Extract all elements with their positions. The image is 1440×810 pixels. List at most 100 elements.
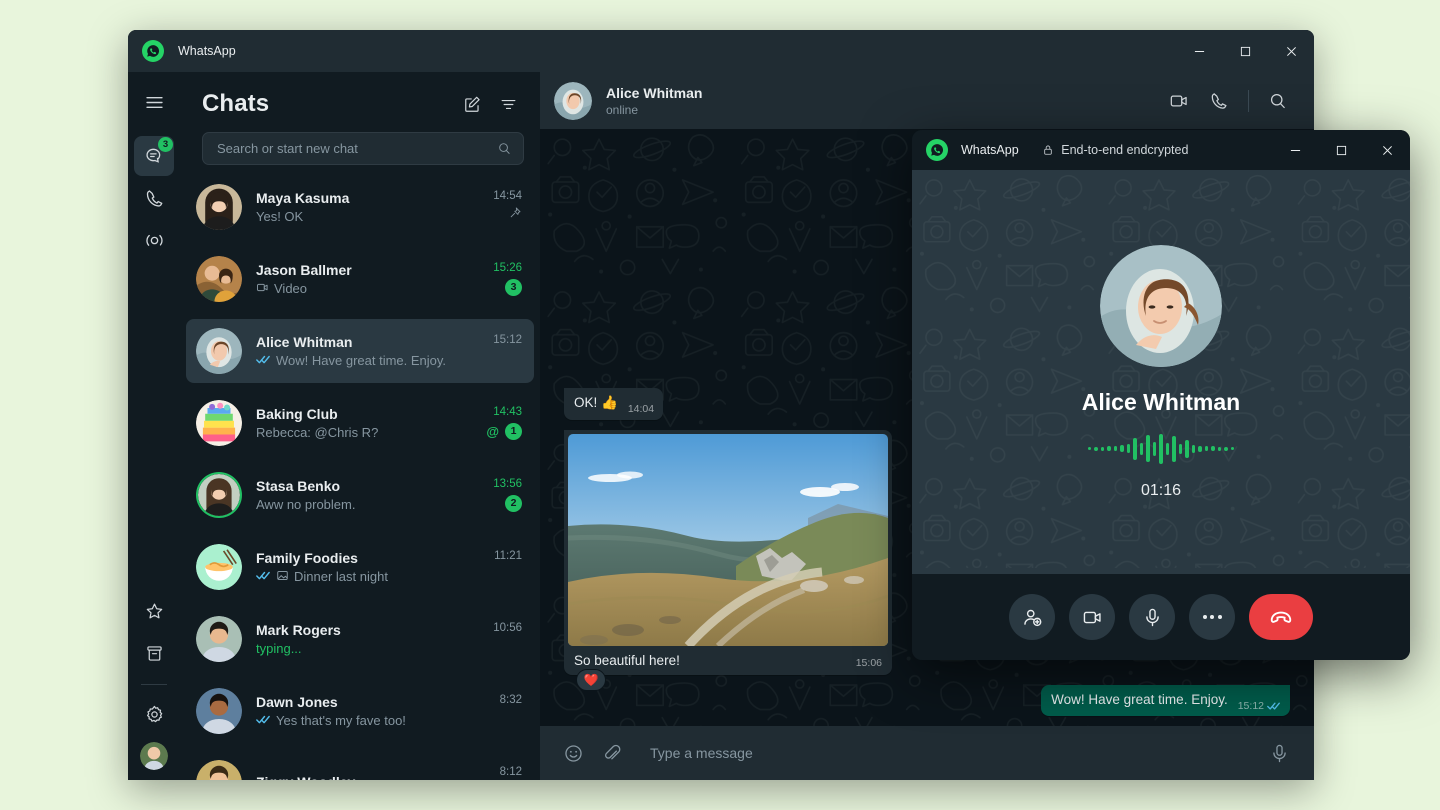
rail-item-starred[interactable] [134, 591, 174, 631]
chat-item-snippet: Yes that's my fave too! [256, 713, 476, 728]
waveform-bar [1185, 440, 1189, 458]
call-close-button[interactable] [1364, 130, 1410, 170]
voice-call-button[interactable] [1201, 83, 1237, 119]
action-separator [1248, 90, 1249, 112]
smiley-icon [563, 743, 584, 764]
chat-item-time: 11:21 [494, 550, 522, 562]
snippet-text: Yes that's my fave too! [276, 713, 406, 728]
maximize-button[interactable] [1222, 30, 1268, 72]
image-message-bubble[interactable]: So beautiful here! 15:06 ❤️ [564, 430, 892, 675]
avatar-image [196, 544, 242, 590]
phone-icon [1209, 91, 1229, 111]
search-in-chat-button[interactable] [1260, 83, 1296, 119]
landscape-photo [568, 434, 888, 646]
chat-list-item-jason-ballmer[interactable]: Jason BallmerVideo15:263 [186, 247, 534, 311]
call-controls [912, 574, 1410, 660]
call-maximize-button[interactable] [1318, 130, 1364, 170]
microphone-icon [1269, 743, 1290, 764]
chat-list-item-stasa-benko[interactable]: Stasa BenkoAww no problem.13:562 [186, 463, 534, 527]
chat-avatar [196, 400, 242, 446]
chat-item-meta: 13:562 [484, 478, 522, 512]
snippet-text: Wow! Have great time. Enjoy. [276, 353, 446, 368]
chat-list-item-dawn-jones[interactable]: Dawn JonesYes that's my fave too!8:32 [186, 679, 534, 743]
chat-list-scroll[interactable]: Maya KasumaYes! OK14:54 Jason BallmerVid… [180, 175, 540, 780]
waveform-bar [1211, 446, 1215, 451]
chat-list-item-alice-whitman[interactable]: Alice Whitman Wow! Have great time. Enjoy… [186, 319, 534, 383]
search-input[interactable] [217, 141, 497, 156]
filter-chats-button[interactable] [492, 88, 524, 120]
switch-to-video-button[interactable] [1069, 594, 1115, 640]
avatar-image [1100, 245, 1222, 367]
rail-item-status[interactable] [134, 220, 174, 260]
text-message-bubble[interactable]: Wow! Have great time. Enjoy.15:12 [1041, 685, 1290, 716]
waveform-bar [1101, 447, 1105, 451]
chat-avatar [196, 184, 242, 230]
message-photo[interactable] [568, 434, 888, 646]
chat-avatar [196, 328, 242, 374]
conversation-actions [1161, 83, 1296, 119]
chat-item-name: Alice Whitman [256, 334, 476, 350]
snippet-text: Dinner last night [294, 569, 388, 584]
call-contact-avatar [1100, 245, 1222, 367]
attach-button[interactable] [594, 736, 628, 770]
star-icon [144, 601, 165, 622]
chat-item-name: Mark Rogers [256, 622, 476, 638]
window-controls [1176, 30, 1314, 72]
snippet-text: Video [274, 281, 307, 296]
chat-item-meta: 10:56 [484, 622, 522, 656]
image-caption-row: So beautiful here! 15:06 [568, 646, 888, 670]
read-receipt-icon [256, 713, 271, 728]
call-minimize-button[interactable] [1272, 130, 1318, 170]
chat-item-time: 8:12 [500, 766, 522, 778]
chat-item-time: 10:56 [493, 622, 522, 634]
end-call-button[interactable] [1249, 594, 1313, 640]
chat-list-item-ziggy-woodley[interactable]: Ziggy Woodley8:12 [186, 751, 534, 780]
navigation-rail: 3 [128, 72, 180, 780]
chat-item-indicators [508, 207, 522, 224]
voice-message-button[interactable] [1262, 736, 1296, 770]
read-receipt-icon [1267, 701, 1281, 711]
unread-count-badge: 1 [505, 423, 522, 440]
search-box[interactable] [202, 132, 524, 165]
mute-button[interactable] [1129, 594, 1175, 640]
add-participant-button[interactable] [1009, 594, 1055, 640]
chat-item-content: Alice Whitman Wow! Have great time. Enjoy… [256, 334, 476, 368]
chat-item-snippet: Dinner last night [256, 569, 476, 585]
video-call-button[interactable] [1161, 83, 1197, 119]
waveform-bar [1166, 443, 1170, 455]
message-timestamp: 15:06 [856, 656, 882, 670]
new-chat-button[interactable] [456, 88, 488, 120]
chat-list-item-family-foodies[interactable]: Family FoodiesDinner last night11:21 [186, 535, 534, 599]
text-message-bubble[interactable]: OK! 👍14:04 [564, 388, 663, 419]
chat-item-meta: 8:12 [484, 766, 522, 780]
waveform-bar [1127, 444, 1131, 453]
chat-list-item-maya-kasuma[interactable]: Maya KasumaYes! OK14:54 [186, 175, 534, 239]
hamburger-menu-button[interactable] [134, 82, 174, 122]
rail-item-settings[interactable] [134, 694, 174, 734]
close-button[interactable] [1268, 30, 1314, 72]
contact-avatar[interactable] [554, 82, 592, 120]
rail-item-calls[interactable] [134, 178, 174, 218]
chat-item-snippet: Yes! OK [256, 209, 476, 224]
more-options-button[interactable] [1189, 594, 1235, 640]
chat-item-content: Baking ClubRebecca: @Chris R? [256, 406, 476, 440]
chat-list-item-baking-club[interactable]: Baking ClubRebecca: @Chris R?14:43@1 [186, 391, 534, 455]
emoji-button[interactable] [556, 736, 590, 770]
chat-item-content: Mark Rogerstyping... [256, 622, 476, 656]
chat-list-item-mark-rogers[interactable]: Mark Rogerstyping... 10:56 [186, 607, 534, 671]
minimize-button[interactable] [1176, 30, 1222, 72]
window-titlebar: WhatsApp [128, 30, 1314, 72]
read-receipt-icon [256, 569, 271, 584]
whatsapp-logo-icon [926, 139, 948, 161]
message-composer [540, 726, 1314, 780]
avatar-image [196, 328, 242, 374]
chat-item-indicators: @1 [486, 423, 522, 440]
waveform-bar [1159, 434, 1163, 464]
rail-item-chats[interactable]: 3 [134, 136, 174, 176]
rail-item-archived[interactable] [134, 633, 174, 673]
chat-item-time: 13:56 [493, 478, 522, 490]
profile-avatar[interactable] [140, 742, 168, 770]
chat-item-snippet: Wow! Have great time. Enjoy. [256, 353, 476, 368]
message-reaction[interactable]: ❤️ [576, 669, 606, 691]
message-input[interactable] [650, 745, 1258, 761]
